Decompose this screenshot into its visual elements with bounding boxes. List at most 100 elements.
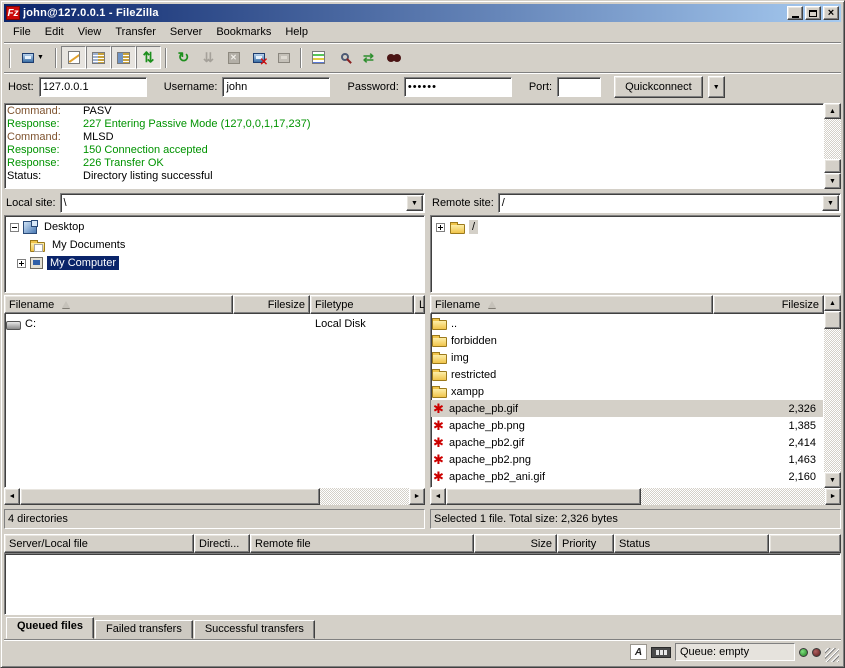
expand-icon[interactable] <box>436 223 445 232</box>
column-header-direction[interactable]: Directi... <box>194 534 250 553</box>
file-row[interactable]: ✱apache_pb2_ani.gif2,160 <box>431 468 823 485</box>
local-horizontal-scrollbar[interactable]: ◄ ► <box>4 488 425 505</box>
refresh-button[interactable]: ↻ <box>171 46 196 69</box>
connection-indicator-icon[interactable] <box>651 647 671 658</box>
column-header-last-modified[interactable]: L <box>414 295 425 314</box>
column-header-remote-file[interactable]: Remote file <box>250 534 474 553</box>
toggle-local-tree-button[interactable] <box>86 46 111 69</box>
column-header-size[interactable]: Size <box>474 534 557 553</box>
column-header-filename[interactable]: Filename <box>430 295 713 314</box>
scrollbar-track[interactable] <box>641 488 825 505</box>
file-row[interactable]: img <box>431 349 823 366</box>
menu-edit[interactable]: Edit <box>38 24 71 40</box>
scrollbar-track[interactable] <box>320 488 409 505</box>
filter-button[interactable] <box>306 46 331 69</box>
quickconnect-button[interactable]: Quickconnect <box>614 76 703 98</box>
synchronized-browsing-button[interactable]: ⇄ <box>356 46 381 69</box>
ascii-datatype-icon[interactable]: A <box>630 644 647 660</box>
tab-successful-transfers[interactable]: Successful transfers <box>194 620 315 639</box>
folder-icon <box>432 388 447 398</box>
file-row[interactable]: ✱apache_pb2.png1,463 <box>431 451 823 468</box>
scrollbar-thumb[interactable] <box>20 488 320 505</box>
file-row[interactable]: xampp <box>431 383 823 400</box>
menu-view[interactable]: View <box>71 24 109 40</box>
image-file-icon: ✱ <box>431 436 446 449</box>
file-row[interactable]: restricted <box>431 366 823 383</box>
scroll-right-icon[interactable]: ► <box>409 488 425 505</box>
scroll-up-icon[interactable]: ▲ <box>824 295 841 311</box>
port-input[interactable] <box>557 77 601 97</box>
log-vertical-scrollbar[interactable]: ▲ ▼ <box>824 103 841 189</box>
scroll-down-icon[interactable]: ▼ <box>824 472 841 488</box>
file-row[interactable]: .. <box>431 315 823 332</box>
scrollbar-track[interactable] <box>824 329 841 472</box>
tree-item-my-computer[interactable]: My Computer <box>7 254 424 272</box>
cancel-operation-button[interactable]: ✕ <box>221 46 246 69</box>
menu-bar: File Edit View Transfer Server Bookmarks… <box>4 22 841 42</box>
column-header-priority[interactable]: Priority <box>557 534 614 553</box>
scroll-left-icon[interactable]: ◄ <box>430 488 446 505</box>
port-label: Port: <box>529 81 552 93</box>
column-header-filetype[interactable]: Filetype <box>310 295 414 314</box>
menu-server[interactable]: Server <box>163 24 209 40</box>
column-header-empty[interactable] <box>769 534 841 553</box>
scrollbar-thumb[interactable] <box>824 159 841 173</box>
column-header-filesize[interactable]: Filesize <box>233 295 310 314</box>
scroll-down-icon[interactable]: ▼ <box>824 173 841 189</box>
menu-transfer[interactable]: Transfer <box>108 24 163 40</box>
remote-site-combobox[interactable]: / ▼ <box>498 193 841 213</box>
resize-grip[interactable] <box>825 648 839 662</box>
find-files-button[interactable] <box>381 46 406 69</box>
scroll-left-icon[interactable]: ◄ <box>4 488 20 505</box>
toggle-message-log-button[interactable] <box>61 46 86 69</box>
column-header-server-local-file[interactable]: Server/Local file <box>4 534 194 553</box>
remote-directory-tree: / <box>430 215 841 293</box>
close-button[interactable]: × <box>823 6 839 20</box>
tree-item-root[interactable]: / <box>433 218 840 236</box>
toggle-queue-button[interactable]: ⇅ <box>136 46 161 69</box>
file-row[interactable]: ✱apache_pb.png1,385 <box>431 417 823 434</box>
expand-icon[interactable] <box>17 259 26 268</box>
column-header-filesize[interactable]: Filesize <box>713 295 824 314</box>
toggle-remote-tree-button[interactable] <box>111 46 136 69</box>
collapse-icon[interactable] <box>10 223 19 232</box>
disconnect-button[interactable]: ✕ <box>246 46 271 69</box>
file-row-selected[interactable]: ✱apache_pb.gif2,326 <box>431 400 823 417</box>
combo-dropdown-button[interactable]: ▼ <box>406 195 423 211</box>
directory-comparison-button[interactable] <box>331 46 356 69</box>
maximize-icon <box>809 10 817 17</box>
remote-vertical-scrollbar[interactable]: ▲ ▼ <box>824 295 841 488</box>
column-header-status[interactable]: Status <box>614 534 769 553</box>
process-queue-button[interactable]: ⇊ <box>196 46 221 69</box>
minimize-button[interactable] <box>787 6 803 20</box>
scroll-up-icon[interactable]: ▲ <box>824 103 841 119</box>
site-manager-button[interactable]: ▼ <box>15 46 51 69</box>
quickconnect-dropdown-button[interactable]: ▼ <box>708 76 725 98</box>
scrollbar-thumb[interactable] <box>446 488 641 505</box>
file-row-c-drive[interactable]: C: Local Disk <box>5 315 424 332</box>
username-input[interactable] <box>222 77 330 97</box>
maximize-button[interactable] <box>805 6 821 20</box>
scrollbar-track[interactable] <box>824 119 841 159</box>
scrollbar-thumb[interactable] <box>824 311 841 329</box>
file-row[interactable]: forbidden <box>431 332 823 349</box>
file-row[interactable]: ✱apache_pb2.gif2,414 <box>431 434 823 451</box>
menu-help[interactable]: Help <box>278 24 315 40</box>
chevron-down-icon: ▼ <box>713 84 720 91</box>
combo-dropdown-button[interactable]: ▼ <box>822 195 839 211</box>
password-input[interactable] <box>404 77 512 97</box>
menu-bookmarks[interactable]: Bookmarks <box>209 24 278 40</box>
local-site-combobox[interactable]: \ ▼ <box>60 193 425 213</box>
menu-file[interactable]: File <box>6 24 38 40</box>
scroll-right-icon[interactable]: ► <box>825 488 841 505</box>
reconnect-button[interactable] <box>271 46 296 69</box>
tree-item-desktop[interactable]: Desktop <box>7 218 424 236</box>
host-input[interactable] <box>39 77 147 97</box>
remote-list-header: Filename Filesize <box>430 295 824 314</box>
tree-item-my-documents[interactable]: My Documents <box>7 236 424 254</box>
remote-horizontal-scrollbar[interactable]: ◄ ► <box>430 488 841 505</box>
tab-queued-files[interactable]: Queued files <box>6 617 94 639</box>
tab-failed-transfers[interactable]: Failed transfers <box>95 620 193 639</box>
local-status-row: 4 directories <box>4 505 425 531</box>
column-header-filename[interactable]: Filename <box>4 295 233 314</box>
